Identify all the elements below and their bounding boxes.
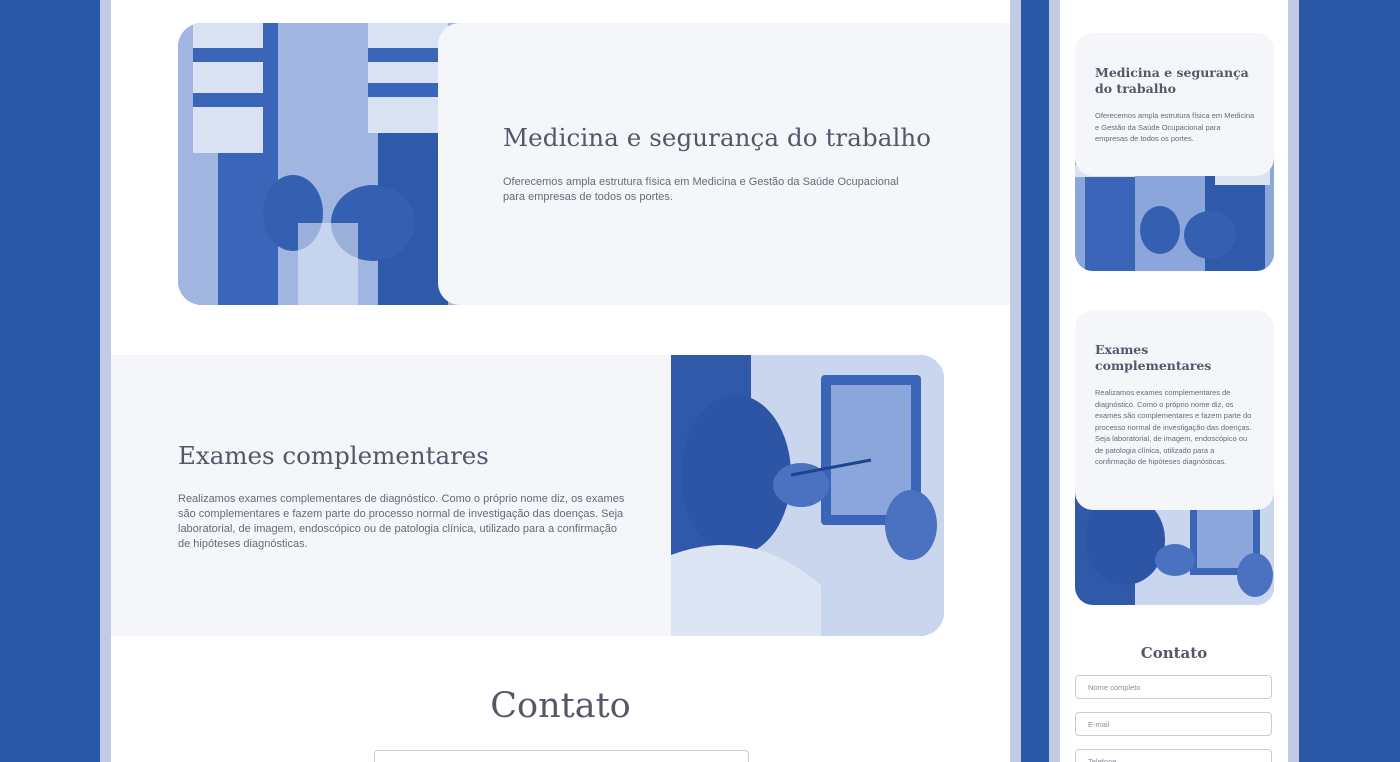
- medicina-card: Medicina e segurança do trabalho Oferece…: [1075, 33, 1274, 176]
- exames-description: Realizamos exames complementares de diag…: [1095, 388, 1252, 466]
- medicina-title: Medicina e segurança do trabalho: [1095, 65, 1249, 96]
- mobile-mockup-frame: Medicina e segurança do trabalho Oferece…: [1049, 0, 1299, 762]
- phone-field[interactable]: Telefone: [1075, 749, 1272, 762]
- exames-description: Realizamos exames complementares de diag…: [178, 493, 625, 550]
- contact-title: Contato: [490, 686, 631, 726]
- desktop-mockup-frame: Medicina e segurança do trabalho Oferece…: [100, 0, 1021, 762]
- medicina-card: Medicina e segurança do trabalho Oferece…: [438, 23, 1010, 305]
- xray-doctor-photo: [671, 355, 944, 636]
- exames-card: Exames complementares Realizamos exames …: [1075, 310, 1274, 510]
- medicina-description: Oferecemos ampla estrutura física em Med…: [503, 176, 899, 203]
- medicina-description: Oferecemos ampla estrutura física em Med…: [1095, 111, 1255, 143]
- workers-helmets-photo: [178, 23, 478, 305]
- exames-title: Exames complementares: [178, 441, 489, 470]
- contact-title: Contato: [1140, 644, 1208, 662]
- exames-title: Exames complementares: [1095, 342, 1212, 373]
- email-placeholder: E-mail: [1088, 720, 1110, 729]
- phone-placeholder: Telefone: [1088, 757, 1117, 762]
- email-field[interactable]: E-mail: [1075, 712, 1272, 736]
- name-placeholder: Nome completo: [1088, 683, 1141, 692]
- medicina-title: Medicina e segurança do trabalho: [503, 123, 932, 152]
- name-field[interactable]: [374, 750, 749, 762]
- mobile-page: Medicina e segurança do trabalho Oferece…: [1060, 0, 1288, 762]
- desktop-page: Medicina e segurança do trabalho Oferece…: [111, 0, 1010, 762]
- exames-card: Exames complementares Realizamos exames …: [111, 355, 711, 636]
- name-field[interactable]: Nome completo: [1075, 675, 1272, 699]
